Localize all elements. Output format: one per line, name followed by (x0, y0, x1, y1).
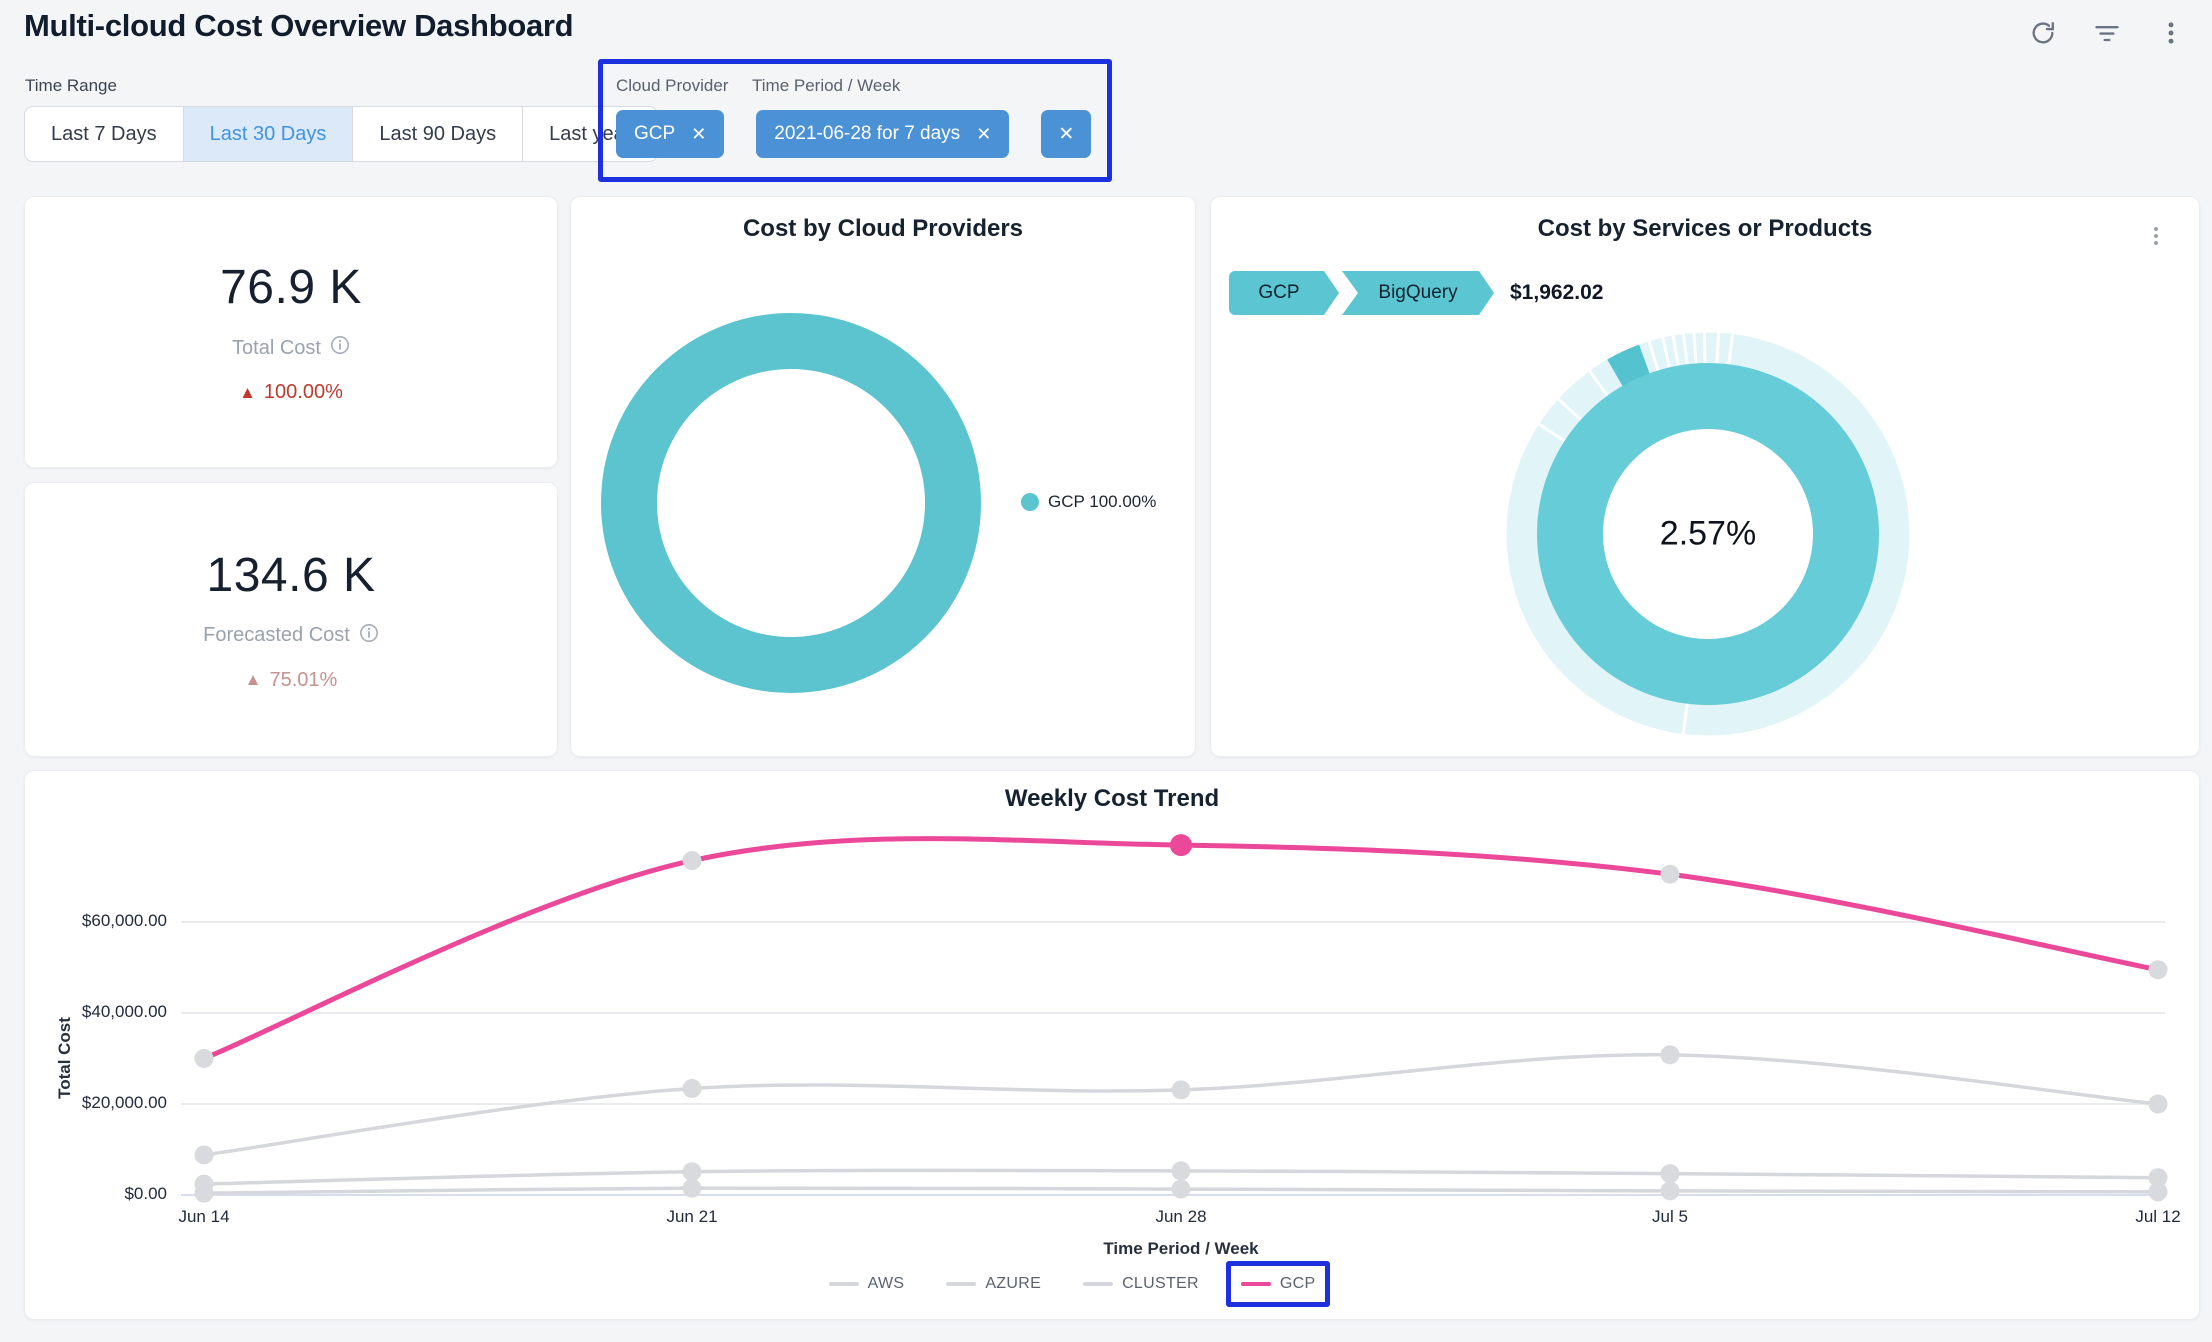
time-range-last-7-days[interactable]: Last 7 Days (25, 107, 184, 161)
services-sunburst-chart (1211, 197, 2201, 758)
y-tick-label: $20,000.00 (47, 1093, 167, 1113)
x-tick-label: Jul 12 (2135, 1207, 2180, 1227)
filter-chip-row: GCP ✕ 2021-06-28 for 7 days ✕ ✕ (616, 110, 1091, 158)
time-range-label: Time Range (25, 76, 117, 96)
legend-item-azure[interactable]: AZURE (946, 1275, 1041, 1293)
cloud-provider-chip-close-icon[interactable]: ✕ (691, 125, 706, 143)
y-tick-label: $60,000.00 (47, 911, 167, 931)
dashboard-page: Multi-cloud Cost Overview Dashboard Time… (0, 0, 2212, 1342)
x-tick-label: Jul 5 (1652, 1207, 1688, 1227)
providers-donut-chart (571, 197, 1197, 758)
cost-by-services-card: Cost by Services or Products GCP BigQuer… (1210, 196, 2200, 757)
refresh-icon[interactable] (2024, 14, 2062, 52)
cost-by-cloud-providers-card: Cost by Cloud Providers GCP 100.00% (570, 196, 1196, 757)
arrow-up-icon: ▲ (245, 670, 262, 690)
total-cost-card: 76.9 K Total Cost ▲ 100.00% (24, 196, 558, 468)
legend-dash-icon (829, 1282, 859, 1286)
time-range-last-30-days[interactable]: Last 30 Days (184, 107, 354, 161)
page-title: Multi-cloud Cost Overview Dashboard (24, 8, 573, 44)
kebab-menu-icon[interactable] (2152, 14, 2190, 52)
header-actions (2024, 14, 2190, 52)
legend-dash-icon (946, 1282, 976, 1286)
total-cost-label: Total Cost (232, 337, 321, 360)
legend-item-gcp[interactable]: GCP (1241, 1275, 1316, 1293)
trend-y-axis-label: Total Cost (55, 1017, 75, 1099)
x-tick-label: Jun 14 (178, 1207, 229, 1227)
legend-name: GCP (1280, 1275, 1316, 1293)
cloud-provider-chip[interactable]: GCP ✕ (616, 110, 724, 158)
x-tick-label: Jun 28 (1155, 1207, 1206, 1227)
trend-legend: AWS AZURE CLUSTER GCP (0, 1275, 2159, 1293)
cloud-provider-filter-label: Cloud Provider (616, 76, 728, 96)
legend-dash-icon (1241, 1282, 1271, 1286)
providers-legend-label: GCP 100.00% (1048, 492, 1156, 512)
time-period-chip[interactable]: 2021-06-28 for 7 days ✕ (756, 110, 1009, 158)
time-period-chip-close-icon[interactable]: ✕ (976, 125, 991, 143)
legend-dash-icon (1083, 1282, 1113, 1286)
filter-icon[interactable] (2088, 14, 2126, 52)
forecasted-cost-value: 134.6 K (207, 548, 376, 603)
forecasted-cost-label: Forecasted Cost (203, 624, 350, 647)
legend-name: AZURE (985, 1275, 1041, 1293)
y-tick-label: $40,000.00 (47, 1002, 167, 1022)
time-range-segmented-control: Last 7 Days Last 30 Days Last 90 Days La… (24, 106, 658, 162)
legend-name: CLUSTER (1122, 1275, 1199, 1293)
total-cost-delta: ▲ 100.00% (239, 381, 343, 404)
total-cost-value: 76.9 K (220, 260, 362, 315)
cloud-provider-chip-label: GCP (634, 123, 675, 145)
providers-legend-item[interactable]: GCP 100.00% (1021, 492, 1156, 512)
clear-all-filters-button[interactable]: ✕ (1041, 110, 1091, 158)
y-tick-label: $0.00 (47, 1184, 167, 1204)
forecasted-cost-delta: ▲ 75.01% (245, 669, 338, 692)
time-period-chip-label: 2021-06-28 for 7 days (774, 123, 960, 145)
total-cost-delta-value: 100.00% (264, 381, 343, 404)
legend-item-cluster[interactable]: CLUSTER (1083, 1275, 1199, 1293)
trend-x-axis-label: Time Period / Week (1103, 1239, 1258, 1259)
info-icon[interactable] (359, 623, 379, 649)
x-tick-label: Jun 21 (666, 1207, 717, 1227)
legend-item-aws[interactable]: AWS (829, 1275, 905, 1293)
legend-name: AWS (868, 1275, 905, 1293)
info-icon[interactable] (330, 335, 350, 361)
time-range-last-90-days[interactable]: Last 90 Days (353, 107, 523, 161)
weekly-cost-trend-card: Weekly Cost Trend Total Cost Time Period… (24, 770, 2200, 1320)
time-period-filter-label: Time Period / Week (752, 76, 900, 96)
sunburst-center-label: 2.57% (1660, 515, 1756, 554)
forecasted-cost-delta-value: 75.01% (269, 669, 337, 692)
forecasted-cost-card: 134.6 K Forecasted Cost ▲ 75.01% (24, 482, 558, 757)
arrow-up-icon: ▲ (239, 383, 256, 403)
legend-dot-icon (1021, 493, 1039, 511)
